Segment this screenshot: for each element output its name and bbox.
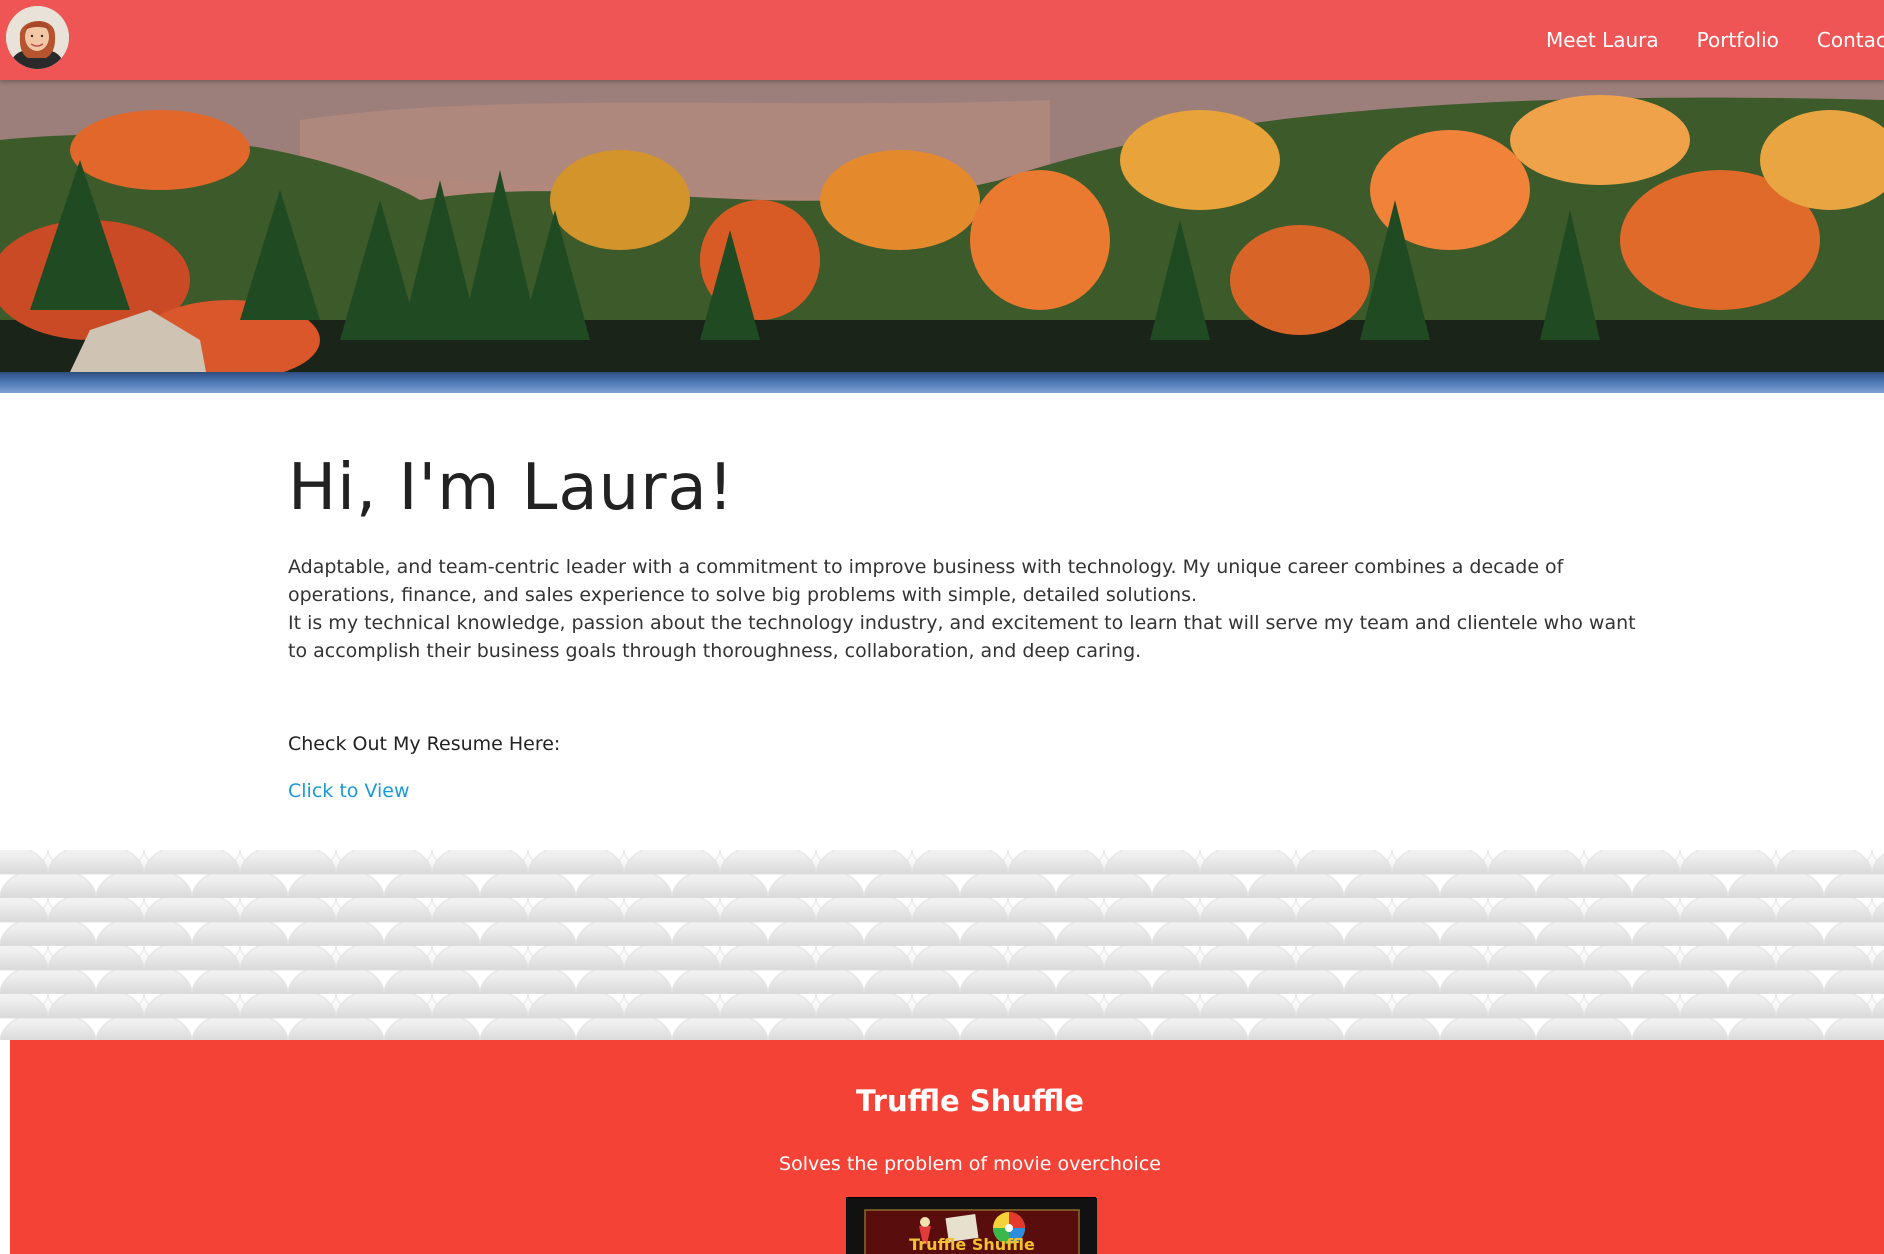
nav-links: Meet Laura Portfolio Contact M (1546, 0, 1884, 80)
thumb-logo-text: Truffle Shuffle (909, 1235, 1035, 1254)
avatar[interactable] (6, 6, 69, 69)
bio-text: Adaptable, and team-centric leader with … (288, 553, 1638, 665)
bio-paragraph-1: Adaptable, and team-centric leader with … (288, 556, 1564, 606)
page-heading: Hi, I'm Laura! (288, 451, 735, 525)
top-navbar: Meet Laura Portfolio Contact M (0, 0, 1884, 80)
nav-link-portfolio[interactable]: Portfolio (1697, 28, 1779, 52)
hero-banner-image (0, 80, 1884, 393)
bio-paragraph-2: It is my technical knowledge, passion ab… (288, 612, 1636, 662)
nav-link-contact[interactable]: Contact M (1817, 28, 1884, 52)
decorative-scale-pattern (0, 850, 1884, 1040)
portfolio-section: Truffle Shuffle Solves the problem of mo… (10, 1040, 1884, 1254)
truffle-shuffle-logo: Truffle Shuffle (847, 1198, 1097, 1254)
project-description: Solves the problem of movie overchoice (779, 1153, 1161, 1175)
profile-photo (6, 6, 69, 69)
resume-label: Check Out My Resume Here: (288, 733, 561, 755)
project-title: Truffle Shuffle (856, 1084, 1084, 1118)
resume-view-link[interactable]: Click to View (288, 780, 410, 802)
nav-link-meet-laura[interactable]: Meet Laura (1546, 28, 1659, 52)
project-thumbnail[interactable]: Truffle Shuffle (846, 1197, 1097, 1254)
